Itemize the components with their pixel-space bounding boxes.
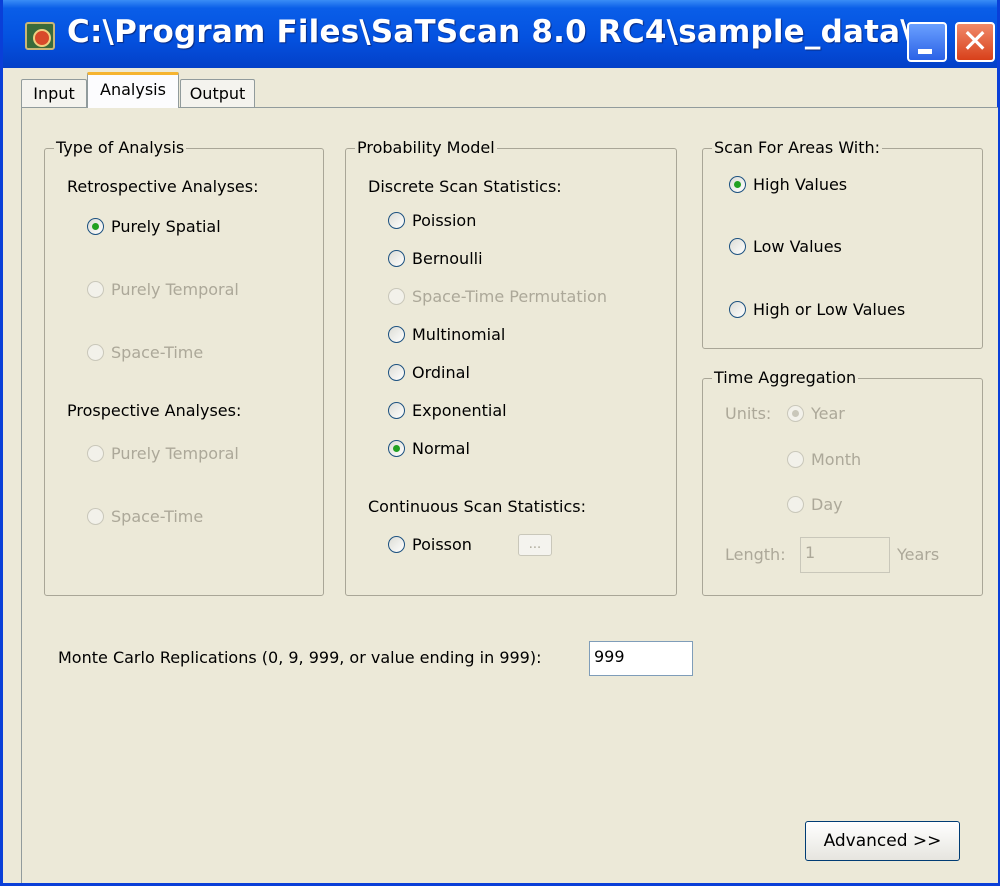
radio-ordinal[interactable]: Ordinal [388,363,470,382]
radio-icon [388,402,405,419]
minimize-button[interactable] [907,22,947,62]
radio-selected-icon [787,405,804,422]
radio-unit-month[interactable]: Month [787,450,861,469]
radio-icon [787,496,804,513]
units-label: Units: [725,404,772,423]
radio-icon [388,326,405,343]
close-icon: ✕ [961,22,989,60]
scan-for-areas-group: Scan For Areas With: High Values Low Val… [702,138,983,349]
radio-icon [87,344,104,361]
radio-high-or-low-values[interactable]: High or Low Values [729,300,905,319]
radio-selected-icon [729,176,746,193]
radio-icon [388,212,405,229]
radio-high-values[interactable]: High Values [729,175,847,194]
monte-carlo-label: Monte Carlo Replications (0, 9, 999, or … [58,648,542,667]
length-label: Length: [725,545,786,564]
radio-icon [87,281,104,298]
prospective-analyses-label: Prospective Analyses: [67,401,242,420]
radio-icon [87,508,104,525]
tab-output[interactable]: Output [180,79,255,107]
radio-icon [787,451,804,468]
radio-selected-icon [87,218,104,235]
radio-icon [388,250,405,267]
radio-retro-purely-temporal[interactable]: Purely Temporal [87,280,239,299]
radio-bernoulli[interactable]: Bernoulli [388,249,483,268]
window-title: C:\Program Files\SaTScan 8.0 RC4\sample_… [67,14,948,50]
tab-input[interactable]: Input [21,79,87,107]
monte-carlo-input[interactable]: 999 [589,641,693,676]
title-bar[interactable]: C:\Program Files\SaTScan 8.0 RC4\sample_… [3,0,997,68]
radio-icon [729,238,746,255]
app-icon [25,22,55,50]
radio-icon [87,445,104,462]
retrospective-analyses-label: Retrospective Analyses: [67,177,259,196]
radio-selected-icon [388,440,405,457]
radio-prosp-purely-temporal[interactable]: Purely Temporal [87,444,239,463]
radio-retro-space-time[interactable]: Space-Time [87,343,203,362]
discrete-scan-statistics-label: Discrete Scan Statistics: [368,177,562,196]
continuous-poisson-options-button[interactable]: ... [518,534,552,556]
radio-unit-day[interactable]: Day [787,495,843,514]
time-aggregation-group: Time Aggregation Units: Year Month Day L… [702,368,983,596]
radio-icon [388,364,405,381]
radio-icon [388,288,405,305]
time-aggregation-legend: Time Aggregation [712,368,859,387]
analysis-panel: Type of Analysis Retrospective Analyses:… [21,107,998,883]
continuous-scan-statistics-label: Continuous Scan Statistics: [368,497,586,516]
tab-analysis[interactable]: Analysis [87,72,179,108]
radio-icon [388,536,405,553]
type-of-analysis-group: Type of Analysis Retrospective Analyses:… [44,138,324,596]
radio-unit-year[interactable]: Year [787,404,845,423]
radio-prosp-space-time[interactable]: Space-Time [87,507,203,526]
probability-model-group: Probability Model Discrete Scan Statisti… [345,138,677,596]
length-input[interactable]: 1 [800,537,890,573]
type-of-analysis-legend: Type of Analysis [54,138,187,157]
radio-retro-purely-spatial[interactable]: Purely Spatial [87,217,221,236]
radio-poission[interactable]: Poission [388,211,476,230]
length-unit-label: Years [897,545,940,564]
close-button[interactable]: ✕ [955,22,995,62]
radio-multinomial[interactable]: Multinomial [388,325,505,344]
probability-model-legend: Probability Model [355,138,497,157]
radio-icon [729,301,746,318]
radio-low-values[interactable]: Low Values [729,237,842,256]
scan-for-areas-legend: Scan For Areas With: [712,138,883,157]
radio-normal[interactable]: Normal [388,439,470,458]
radio-continuous-poisson[interactable]: Poisson [388,535,472,554]
radio-exponential[interactable]: Exponential [388,401,507,420]
advanced-button[interactable]: Advanced >> [805,821,960,861]
radio-space-time-permutation[interactable]: Space-Time Permutation [388,287,607,306]
satscan-window: C:\Program Files\SaTScan 8.0 RC4\sample_… [0,0,1000,886]
